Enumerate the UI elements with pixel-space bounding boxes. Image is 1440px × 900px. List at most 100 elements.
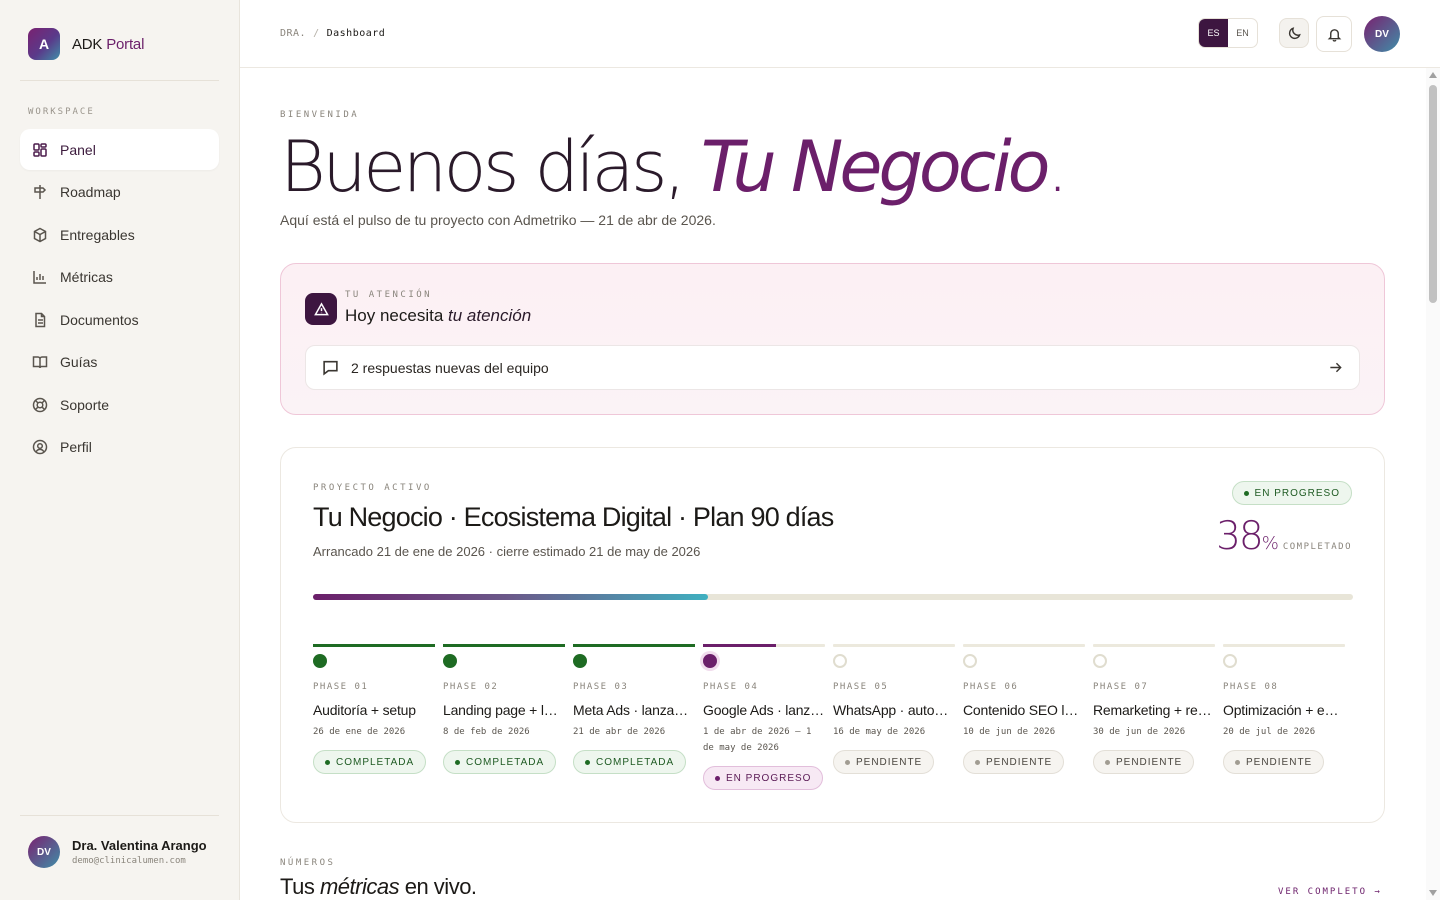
breadcrumb-current: Dashboard (326, 28, 386, 39)
breadcrumb-separator: / (313, 28, 320, 39)
phase-label: PHASE 05 (833, 682, 889, 692)
language-toggle: ES EN (1198, 18, 1258, 48)
sidebar-item-roadmap[interactable]: Roadmap (20, 172, 219, 213)
lang-es-button[interactable]: ES (1199, 19, 1228, 47)
phase-item[interactable]: PHASE 05 WhatsApp · automatización 16 de m… (833, 644, 955, 774)
phase-date: 1 de abr de 2026 — 1 de may de 2026 (703, 727, 812, 753)
phase-label: PHASE 07 (1093, 682, 1149, 692)
scroll-up-arrow[interactable] (1429, 72, 1437, 78)
grid-icon (33, 142, 47, 157)
sidebar: A ADK Portal WORKSPACE Panel Roadmap Ent… (0, 0, 240, 900)
status-badge: PENDIENTE (1223, 750, 1325, 774)
welcome-eyebrow: BIENVENIDA (280, 110, 360, 120)
scroll-down-arrow[interactable] (1429, 890, 1437, 896)
avatar: DV (28, 836, 60, 868)
progress-fill (313, 594, 709, 600)
message-icon (323, 360, 338, 376)
phase-status-dot (1223, 654, 1237, 668)
phase-progress-line (443, 644, 565, 647)
phase-status-dot (573, 654, 587, 668)
brand-name: ADK Portal (72, 35, 145, 53)
scrollbar-thumb[interactable] (1429, 85, 1437, 303)
attention-item[interactable]: 2 respuestas nuevas del equipo (305, 345, 1360, 390)
sidebar-item-metricas[interactable]: Métricas (20, 257, 219, 298)
status-badge: COMPLETADA (313, 750, 427, 774)
numbers-title: Tus métricas en vivo. (280, 874, 477, 899)
phase-name: Optimización + escala (1223, 702, 1345, 718)
phase-progress-line (1093, 644, 1215, 647)
sidebar-item-label: Roadmap (60, 184, 121, 200)
phase-item[interactable]: PHASE 07 Remarketing + reportes 30 de jun … (1093, 644, 1215, 774)
phase-progress-line (963, 644, 1085, 647)
phase-item[interactable]: PHASE 01 Auditoría + setup 26 de ene de 20… (313, 644, 435, 774)
phase-date: 30 de jun de 2026 (1093, 727, 1186, 737)
phase-label: PHASE 08 (1223, 682, 1279, 692)
bell-icon (1327, 28, 1341, 42)
breadcrumb-root[interactable]: DRA. (280, 28, 306, 39)
user-profile[interactable]: DV Dra. Valentina Arango demo@clinicalum… (28, 836, 207, 868)
theme-toggle-button[interactable] (1279, 18, 1309, 48)
breadcrumb: DRA. / Dashboard (280, 28, 385, 39)
phase-status-dot (443, 654, 457, 668)
warning-icon (313, 301, 329, 315)
phase-item[interactable]: PHASE 06 Contenido SEO local 10 de jun de … (963, 644, 1085, 774)
sidebar-item-label: Métricas (60, 269, 113, 285)
lifebuoy-icon (32, 397, 48, 412)
phase-item[interactable]: PHASE 03 Meta Ads · lanzamiento 21 de abr … (573, 644, 695, 774)
phase-status-dot (833, 654, 847, 668)
status-badge: PENDIENTE (833, 750, 935, 774)
view-all-link[interactable]: VER COMPLETO → (1278, 887, 1382, 897)
project-card: PROYECTO ACTIVO Tu Negocio · Ecosistema … (280, 447, 1385, 823)
brand[interactable]: A ADK Portal (28, 28, 144, 60)
phase-status-dot (703, 654, 717, 668)
sidebar-item-entregables[interactable]: Entregables (20, 214, 219, 255)
phase-progress-line (313, 644, 435, 647)
phase-label: PHASE 04 (703, 682, 759, 692)
notifications-button[interactable] (1316, 16, 1352, 52)
status-badge: EN PROGRESO (703, 766, 824, 790)
phase-name: Landing page + lanzamiento (443, 702, 565, 718)
lang-en-button[interactable]: EN (1228, 19, 1257, 47)
avatar[interactable]: DV (1364, 16, 1400, 52)
phase-progress-line (1223, 644, 1345, 647)
percent-value: 38 (1216, 514, 1264, 559)
sidebar-item-documentos[interactable]: Documentos (20, 299, 219, 340)
moon-icon (1288, 26, 1301, 39)
scrollbar[interactable] (1426, 68, 1440, 900)
phase-date: 16 de may de 2026 (833, 727, 926, 737)
phase-name: Contenido SEO local (963, 702, 1085, 718)
phase-progress-line (833, 644, 955, 647)
status-badge: PENDIENTE (1093, 750, 1195, 774)
sidebar-item-perfil[interactable]: Perfil (20, 427, 219, 468)
user-circle-icon (32, 439, 48, 455)
phase-item[interactable]: PHASE 02 Landing page + lanzamiento 8 de f… (443, 644, 565, 774)
arrow-right-icon (1330, 362, 1342, 373)
phase-label: PHASE 01 (313, 682, 369, 692)
phase-name: Auditoría + setup (313, 702, 416, 718)
phase-item[interactable]: PHASE 04 Google Ads · lanzamiento 1 de abr… (703, 644, 825, 790)
sidebar-item-guias[interactable]: Guías (20, 342, 219, 383)
status-badge: COMPLETADA (443, 750, 557, 774)
bar-chart-icon (33, 271, 46, 284)
phase-name: Meta Ads · lanzamiento (573, 702, 695, 718)
sidebar-item-label: Documentos (60, 311, 139, 328)
phase-status-dot (1093, 654, 1107, 668)
sidebar-item-soporte[interactable]: Soporte (20, 384, 219, 425)
project-progress-bar (313, 594, 1353, 600)
sidebar-item-panel[interactable]: Panel (20, 129, 219, 170)
sidebar-item-label: Entregables (60, 226, 135, 243)
percent-label: COMPLETADO (1282, 542, 1352, 552)
page-title: Buenos días, Tu Negocio. (280, 126, 1069, 208)
phase-name: Google Ads · lanzamiento (703, 702, 825, 718)
phase-progress-line (703, 644, 825, 647)
phase-name: Remarketing + reportes (1093, 702, 1215, 718)
phase-date: 8 de feb de 2026 (443, 727, 530, 737)
phase-item[interactable]: PHASE 08 Optimización + escala 20 de jul d… (1223, 644, 1345, 774)
package-icon (33, 227, 47, 242)
project-percent: 38% COMPLETADO (1216, 514, 1352, 559)
status-badge: PENDIENTE (963, 750, 1065, 774)
status-badge: EN PROGRESO (1231, 481, 1352, 505)
topbar: DRA. / Dashboard ES EN DV (240, 0, 1440, 68)
phase-label: PHASE 02 (443, 682, 499, 692)
phase-name: WhatsApp · automatización (833, 702, 955, 718)
